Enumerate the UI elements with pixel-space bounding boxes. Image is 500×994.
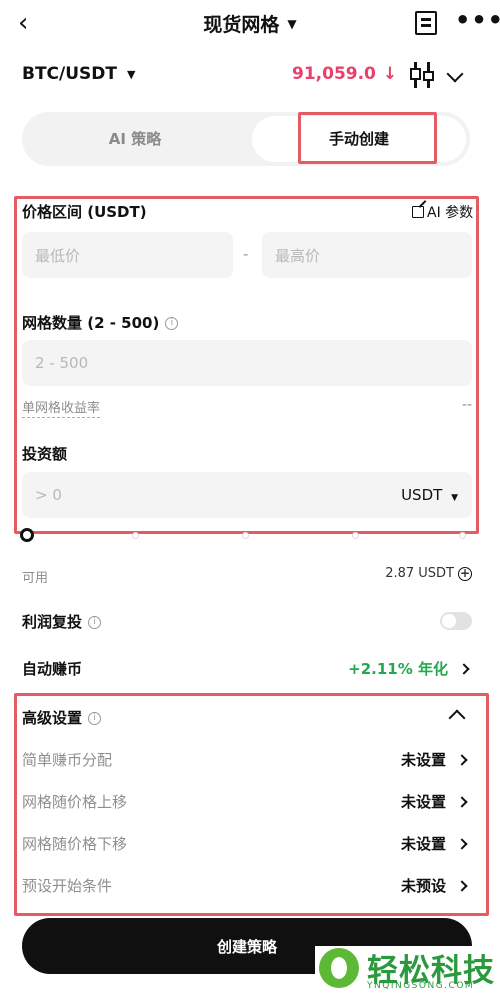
grid-yield-label[interactable]: 单网格收益率	[22, 397, 101, 418]
chevron-right-icon	[458, 662, 470, 675]
settings-item-value: 未设置	[400, 791, 468, 812]
last-price: 91,059.0 ↓	[292, 64, 397, 84]
watermark: 轻松科技 YNQINGSONG.COM	[315, 946, 500, 994]
slider-tick[interactable]	[242, 532, 249, 539]
more-icon[interactable]: •••	[455, 6, 500, 34]
grid-count-label-text: 网格数量 (2 - 500)	[22, 314, 160, 332]
slider-tick[interactable]	[459, 532, 466, 539]
investment-input[interactable]: > 0 USDT ▼	[22, 472, 472, 518]
chevron-up-icon[interactable]	[448, 709, 466, 727]
range-separator: -	[243, 245, 249, 263]
settings-item-label: 预设开始条件	[22, 877, 113, 895]
currency-selector[interactable]: USDT ▼	[401, 486, 458, 504]
edit-icon	[412, 200, 427, 218]
settings-item-value: 未设置	[400, 833, 468, 854]
max-price-input[interactable]: 最高价	[262, 232, 472, 278]
ai-params-link[interactable]: AI 参数	[412, 200, 474, 222]
investment-slider[interactable]	[20, 528, 470, 542]
auto-earn-label: 自动赚币	[22, 660, 83, 678]
auto-earn-rate: +2.11% 年化	[348, 660, 448, 678]
mode-switcher: AI 策略 手动创建	[22, 112, 470, 166]
auto-earn-link[interactable]: +2.11% 年化	[348, 658, 470, 679]
profit-reinvest-label: 利润复投 i	[22, 611, 102, 632]
settings-item-value: 未设置	[400, 749, 468, 770]
caret-down-icon: ▼	[287, 16, 297, 31]
advanced-settings-text: 高级设置	[22, 709, 83, 727]
header: ‹ 现货网格 ▼ •••	[0, 0, 500, 48]
settings-item-label: 网格随价格下移	[22, 835, 128, 853]
settings-item-grid-down[interactable]: 网格随价格下移 未设置	[22, 833, 472, 857]
tab-manual-create[interactable]: 手动创建	[252, 116, 466, 162]
min-price-placeholder: 最低价	[35, 246, 81, 265]
chevron-right-icon	[456, 879, 468, 892]
settings-item-value: 未预设	[400, 875, 468, 896]
info-icon[interactable]: i	[88, 616, 102, 629]
chevron-right-icon	[456, 795, 468, 808]
grid-count-label: 网格数量 (2 - 500) i	[22, 312, 179, 333]
profit-reinvest-text: 利润复投	[22, 613, 83, 631]
settings-item-value-text: 未设置	[400, 793, 446, 811]
caret-down-icon: ▼	[127, 67, 136, 81]
chevron-right-icon	[456, 837, 468, 850]
info-icon[interactable]: i	[88, 712, 102, 725]
investment-placeholder: > 0	[35, 486, 62, 504]
slider-tick[interactable]	[352, 532, 359, 539]
settings-item-simple-earn[interactable]: 简单赚币分配 未设置	[22, 749, 472, 773]
info-icon[interactable]: i	[165, 317, 179, 330]
investment-label: 投资额	[22, 445, 68, 463]
max-price-placeholder: 最高价	[275, 246, 321, 265]
settings-item-value-text: 未设置	[400, 835, 446, 853]
candlestick-chart-icon[interactable]	[410, 62, 434, 88]
min-price-input[interactable]: 最低价	[22, 232, 233, 278]
price-range-label: 价格区间 (USDT)	[22, 203, 147, 221]
settings-item-value-text: 未预设	[400, 877, 446, 895]
grid-count-placeholder: 2 - 500	[35, 354, 89, 372]
document-icon[interactable]	[415, 11, 437, 35]
watermark-logo-icon	[319, 948, 359, 988]
grid-yield-value: --	[461, 397, 472, 413]
settings-item-start-condition[interactable]: 预设开始条件 未预设	[22, 875, 472, 899]
slider-tick[interactable]	[132, 532, 139, 539]
chevron-down-icon[interactable]	[446, 65, 464, 83]
slider-handle[interactable]	[20, 528, 34, 542]
settings-item-label: 简单赚币分配	[22, 751, 113, 769]
pair-selector[interactable]: BTC/USDT ▼	[22, 64, 135, 84]
ai-params-text: AI 参数	[427, 205, 474, 221]
add-funds-icon[interactable]: +	[458, 566, 472, 581]
settings-item-label: 网格随价格上移	[22, 793, 128, 811]
advanced-settings-title[interactable]: 高级设置 i	[22, 707, 102, 728]
settings-item-value-text: 未设置	[400, 751, 446, 769]
available-value: 2.87 USDT	[385, 566, 454, 581]
pair-symbol: BTC/USDT	[22, 64, 117, 84]
grid-count-input[interactable]: 2 - 500	[22, 340, 472, 386]
tab-ai-strategy[interactable]: AI 策略	[22, 112, 248, 166]
settings-item-grid-up[interactable]: 网格随价格上移 未设置	[22, 791, 472, 815]
price-value: 91,059.0	[292, 64, 376, 84]
page-title-text: 现货网格	[203, 14, 280, 36]
caret-down-icon: ▼	[451, 493, 458, 503]
price-down-arrow-icon: ↓	[382, 64, 398, 84]
currency-text: USDT	[401, 486, 443, 504]
watermark-domain: YNQINGSONG.COM	[367, 981, 475, 991]
chevron-right-icon	[456, 753, 468, 766]
profit-reinvest-toggle[interactable]	[440, 612, 472, 630]
available-balance: 2.87 USDT +	[385, 566, 472, 581]
available-label: 可用	[22, 571, 49, 586]
